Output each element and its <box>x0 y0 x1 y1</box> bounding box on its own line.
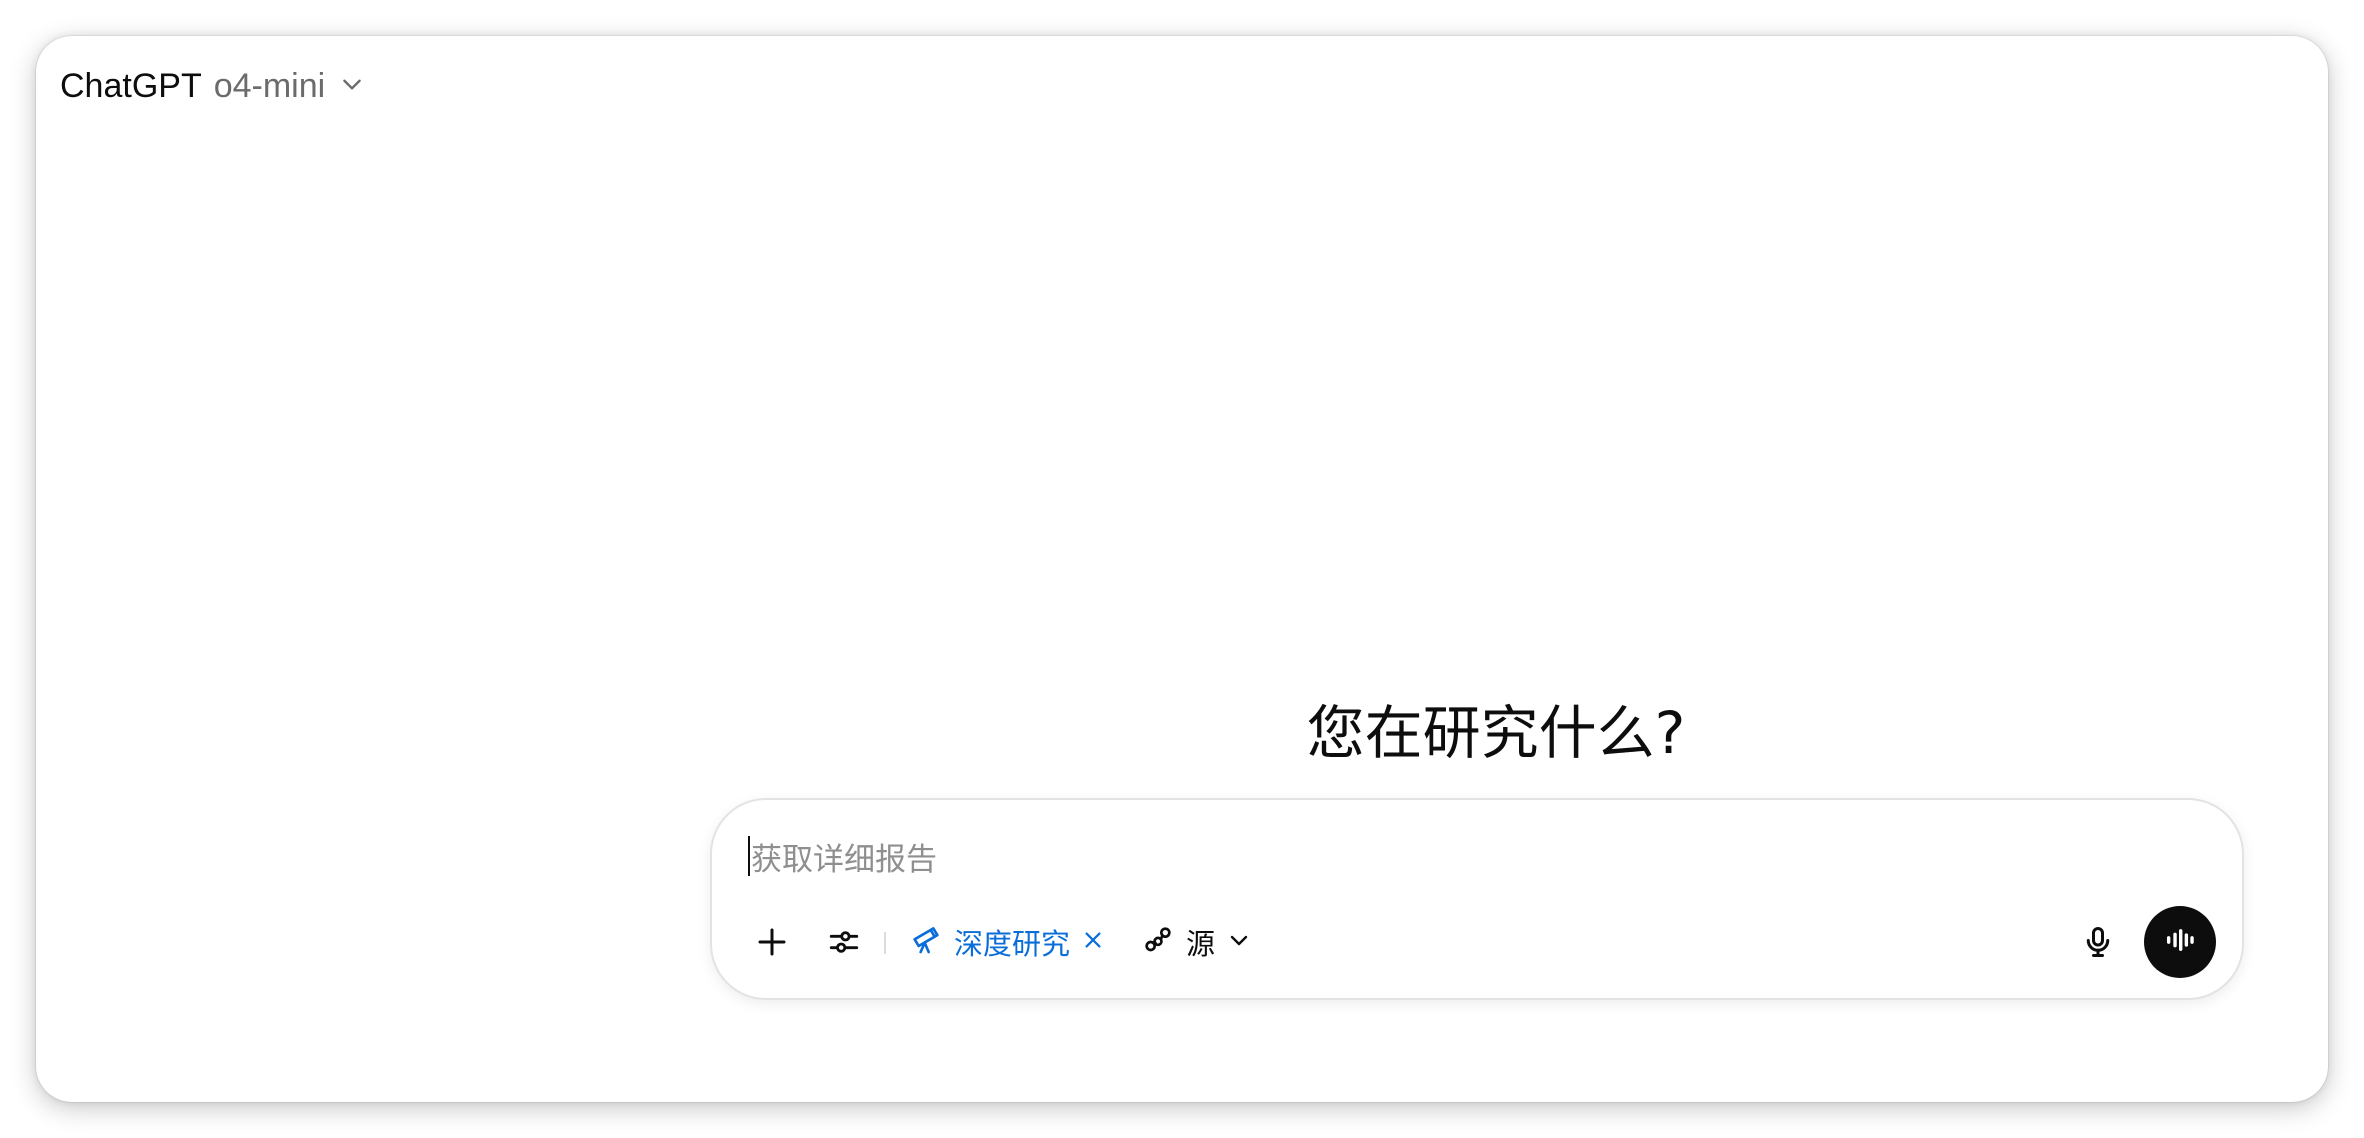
tools-button[interactable] <box>812 904 876 980</box>
chat-window: ChatGPT o4-mini 您在研究什么? 获取详细报告 深度研究 源 <box>36 36 2328 1102</box>
link-icon <box>1142 924 1174 961</box>
toolbar-divider <box>884 932 886 954</box>
sources-label: 源 <box>1186 927 1216 961</box>
plus-icon <box>754 924 790 960</box>
close-icon[interactable] <box>1082 929 1104 956</box>
telescope-icon <box>910 924 942 961</box>
sources-dropdown[interactable]: 源 <box>1142 904 1251 980</box>
add-button[interactable] <box>740 904 804 980</box>
voice-mode-button[interactable] <box>2144 906 2216 978</box>
voice-waveform-icon <box>2163 923 2197 962</box>
app-name: ChatGPT <box>60 66 202 105</box>
prompt-input[interactable]: 获取详细报告 <box>748 830 937 882</box>
model-switcher[interactable]: ChatGPT o4-mini <box>60 50 365 122</box>
microphone-icon <box>2080 924 2116 960</box>
composer-toolbar: 深度研究 源 <box>712 904 2242 980</box>
prompt-placeholder: 获取详细报告 <box>751 841 937 878</box>
composer: 获取详细报告 深度研究 源 <box>710 798 2244 1000</box>
chevron-down-icon <box>337 67 365 106</box>
dictate-button[interactable] <box>2066 904 2130 980</box>
model-name: o4-mini <box>213 66 326 105</box>
deep-research-label: 深度研究 <box>954 927 1071 961</box>
deep-research-chip[interactable]: 深度研究 <box>910 904 1104 980</box>
chevron-down-icon <box>1227 928 1251 957</box>
text-caret <box>748 836 750 876</box>
page-heading: 您在研究什么? <box>1306 699 1686 767</box>
sliders-icon <box>827 925 861 959</box>
